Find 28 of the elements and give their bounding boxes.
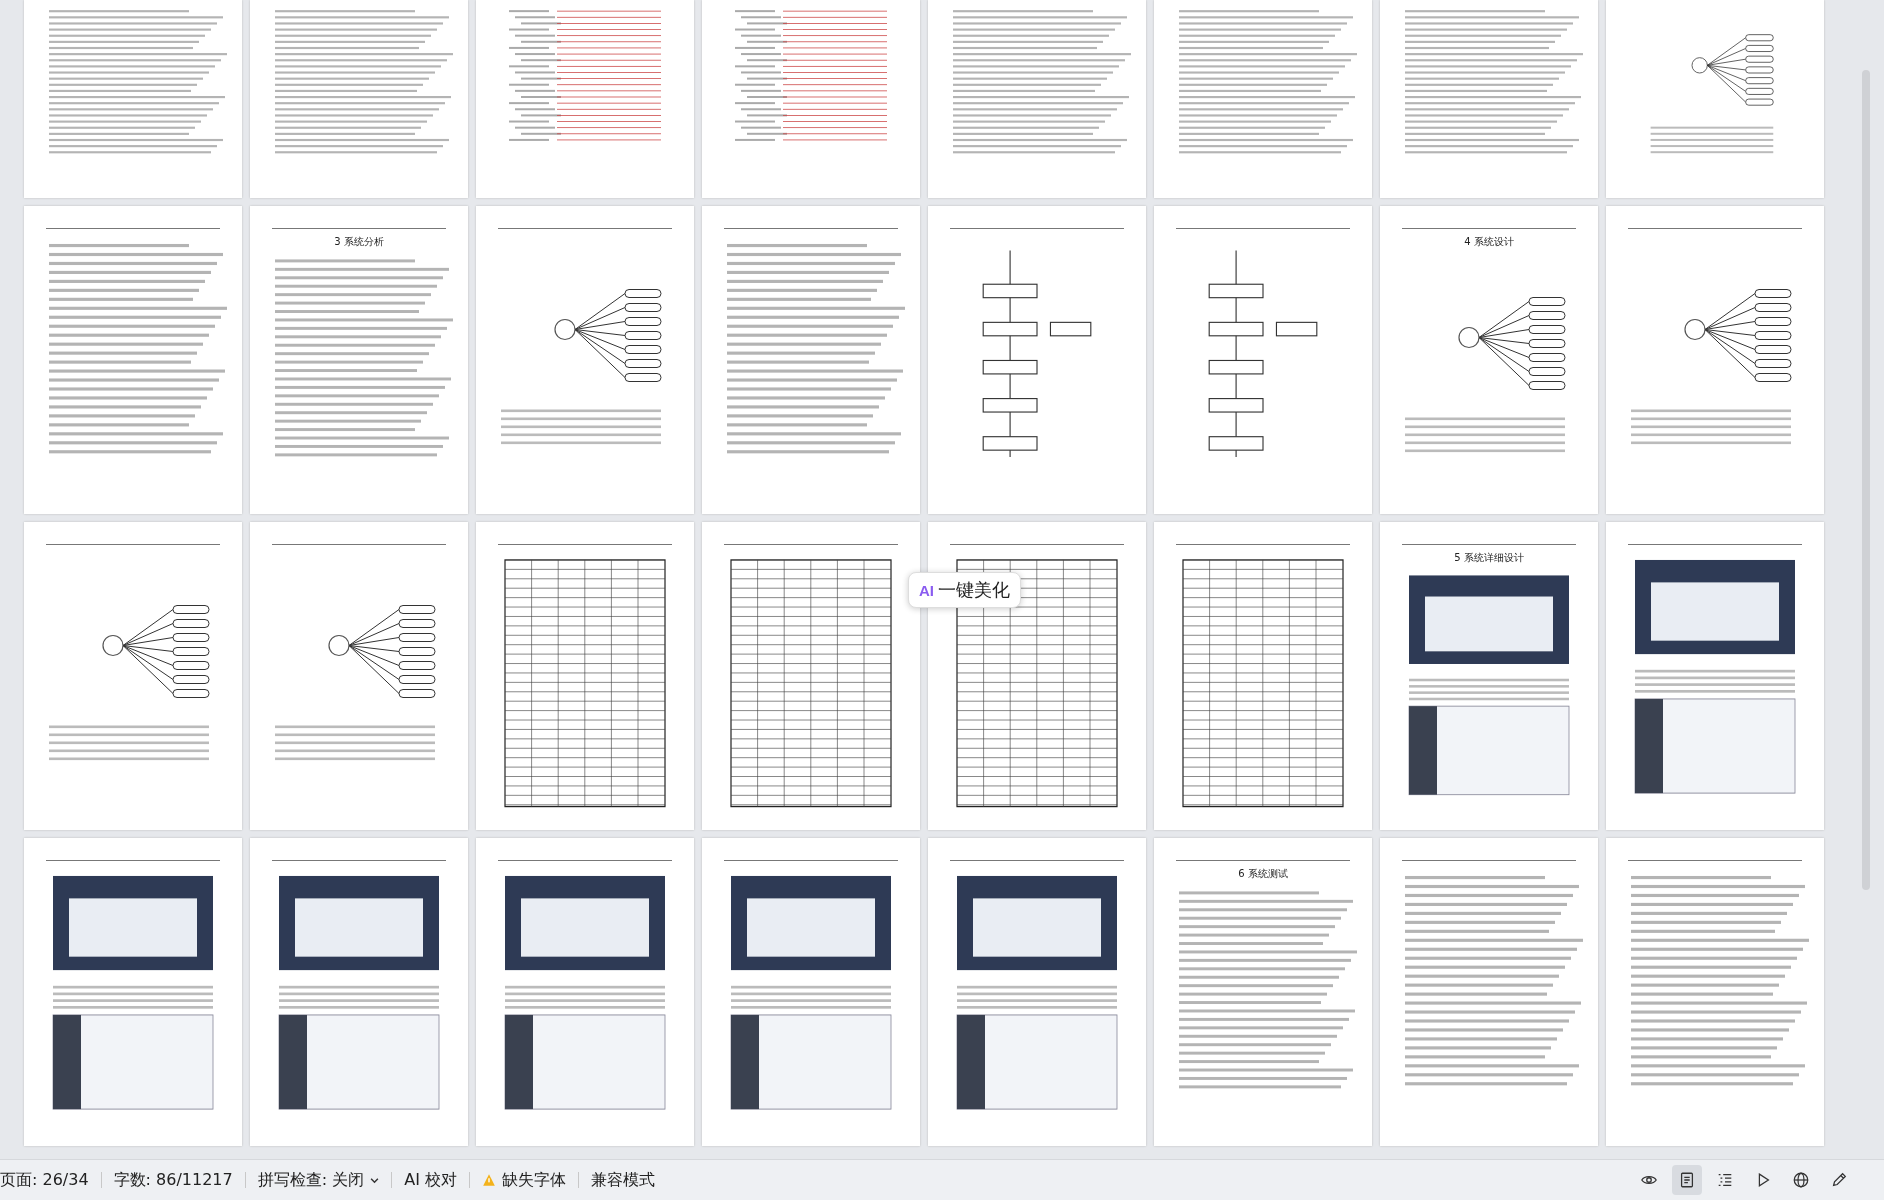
ai-beautify-button[interactable]: AI 一键美化 (908, 572, 1021, 608)
page-counter[interactable]: 页面: 26/34 (0, 1169, 101, 1191)
globe-icon (1792, 1170, 1810, 1190)
document-page[interactable]: 4 系统设计 (1380, 206, 1598, 514)
ai-proofread-button[interactable]: AI 校对 (392, 1165, 469, 1195)
chapter-heading: 5 系统详细设计 (1454, 551, 1524, 565)
document-page[interactable]: 3 系统分析 (250, 206, 468, 514)
document-page[interactable]: 5 系统详细设计 (1380, 522, 1598, 830)
document-page[interactable]: 6 系统测试 (1154, 838, 1372, 1146)
word-count[interactable]: 字数: 86/11217 (101, 1169, 245, 1191)
compatibility-mode-button[interactable]: 兼容模式 (578, 1165, 667, 1195)
warning-icon (481, 1173, 496, 1187)
chapter-heading: 6 系统测试 (1238, 867, 1288, 881)
document-page[interactable] (250, 838, 468, 1146)
document-page[interactable] (24, 838, 242, 1146)
page-icon (1678, 1170, 1696, 1190)
document-page[interactable] (476, 838, 694, 1146)
chapter-heading: 3 系统分析 (334, 235, 384, 249)
page-view-button[interactable] (1672, 1165, 1702, 1195)
document-page[interactable] (928, 838, 1146, 1146)
beautify-label: 一键美化 (938, 579, 1010, 602)
chapter-heading: 4 系统设计 (1464, 235, 1514, 249)
missing-fonts-button[interactable]: 缺失字体 (469, 1165, 578, 1195)
document-page[interactable] (1606, 522, 1824, 830)
spellcheck-dropdown[interactable]: 拼写检查: 关闭 (245, 1165, 392, 1195)
ai-label: AI (919, 581, 934, 599)
document-page[interactable] (702, 838, 920, 1146)
caret-icon (370, 1176, 380, 1184)
